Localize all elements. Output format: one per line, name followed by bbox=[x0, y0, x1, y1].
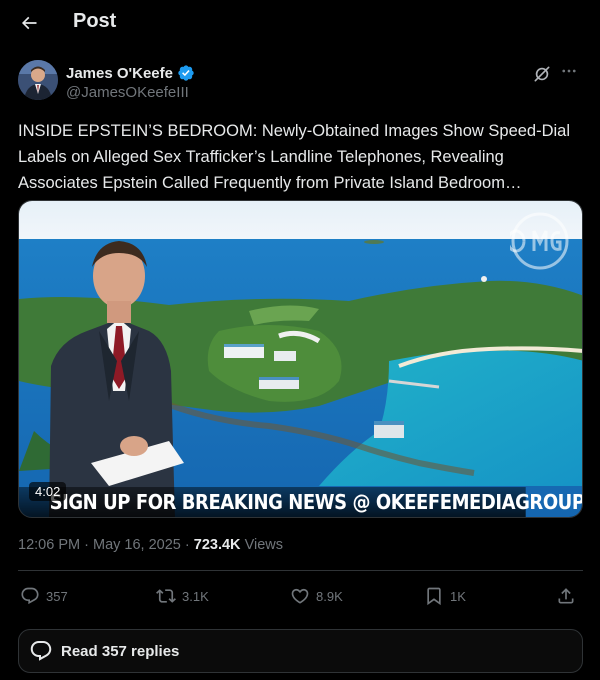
bookmark-button[interactable]: 1K bbox=[424, 586, 466, 606]
video-banner-text: SIGN UP FOR BREAKING NEWS @ OKEEFEMEDIAG… bbox=[19, 487, 582, 517]
more-options-button[interactable] bbox=[558, 62, 580, 82]
speech-bubble-icon bbox=[30, 641, 52, 661]
read-replies-button[interactable]: Read 357 replies bbox=[18, 629, 583, 673]
arrow-left-icon bbox=[21, 16, 37, 30]
read-replies-label: Read 357 replies bbox=[61, 642, 180, 660]
omg-watermark-logo bbox=[510, 212, 569, 270]
bookmark-icon bbox=[427, 587, 441, 606]
reply-button[interactable]: 357 bbox=[20, 586, 68, 606]
author-row: James O'Keefe @JamesOKeefeIII bbox=[18, 60, 584, 104]
repost-button[interactable]: 3.1K bbox=[156, 586, 209, 606]
author-handle[interactable]: @JamesOKeefeIII bbox=[66, 84, 189, 101]
repost-count: 3.1K bbox=[182, 588, 209, 604]
avatar-image bbox=[18, 60, 58, 100]
share-button[interactable] bbox=[556, 586, 576, 606]
action-bar: 357 3.1K 8.9K 1K bbox=[18, 586, 583, 610]
post-text: INSIDE EPSTEIN’S BEDROOM: Newly-Obtained… bbox=[18, 122, 571, 192]
back-button[interactable] bbox=[14, 8, 44, 38]
post-time[interactable]: 12:06 PM bbox=[18, 537, 80, 553]
bookmark-count: 1K bbox=[450, 588, 466, 604]
like-count: 8.9K bbox=[316, 588, 343, 604]
divider bbox=[18, 570, 583, 571]
grok-button[interactable] bbox=[532, 64, 552, 84]
reply-count: 357 bbox=[46, 588, 68, 604]
top-bar: Post bbox=[0, 0, 600, 46]
views-label: Views bbox=[244, 537, 283, 553]
reply-icon bbox=[21, 587, 39, 605]
video-thumbnail bbox=[19, 201, 582, 517]
post-video[interactable]: SIGN UP FOR BREAKING NEWS @ OKEEFEMEDIAG… bbox=[18, 200, 583, 518]
grok-icon bbox=[534, 66, 550, 82]
heart-icon bbox=[291, 588, 309, 604]
video-duration: 4:02 bbox=[29, 482, 67, 501]
more-icon bbox=[562, 69, 576, 73]
avatar[interactable] bbox=[18, 60, 58, 100]
author-name[interactable]: James O'Keefe bbox=[66, 65, 173, 82]
page-title: Post bbox=[73, 10, 117, 32]
meta-separator: · bbox=[184, 537, 190, 553]
post-date[interactable]: May 16, 2025 bbox=[93, 537, 181, 553]
post-meta: 12:06 PM · May 16, 2025 · 723.4K Views bbox=[18, 537, 283, 553]
views-count: 723.4K bbox=[193, 537, 241, 553]
repost-icon bbox=[156, 589, 176, 603]
meta-separator: · bbox=[84, 537, 89, 553]
verified-badge-icon bbox=[178, 65, 194, 81]
author-name-row: James O'Keefe bbox=[66, 64, 195, 82]
like-button[interactable]: 8.9K bbox=[290, 586, 343, 606]
share-icon bbox=[558, 588, 574, 604]
